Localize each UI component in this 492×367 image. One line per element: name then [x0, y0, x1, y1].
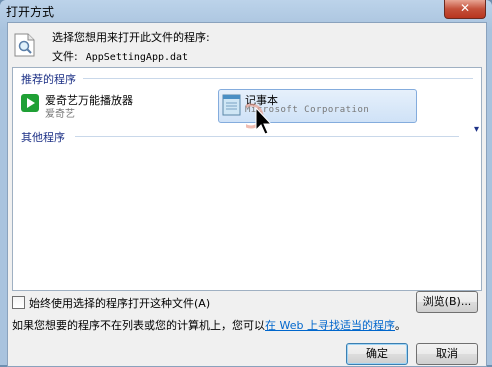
mouse-cursor-icon [246, 103, 273, 135]
always-use-label: 始终使用选择的程序打开这种文件(A) [29, 297, 211, 310]
cancel-button[interactable]: 取消 [416, 343, 478, 365]
ok-button[interactable]: 确定 [346, 343, 408, 365]
open-with-dialog: 打开方式 ✕ 选择您想用来打开此文件的程序: 文件: AppSettingApp.… [0, 0, 492, 367]
chevron-down-icon[interactable]: ▾ [474, 124, 479, 135]
program-publisher: 爱奇艺 [45, 109, 75, 120]
file-name: AppSettingApp.dat [85, 52, 189, 63]
close-icon: ✕ [459, 1, 471, 15]
group-divider [83, 78, 473, 79]
file-search-icon [14, 33, 35, 57]
program-item-iqiyi[interactable]: 爱奇艺万能播放器 爱奇艺 [19, 92, 209, 122]
other-programs-heading[interactable]: 其他程序 [21, 129, 65, 145]
choose-program-prompt: 选择您想用来打开此文件的程序: [52, 31, 210, 44]
always-use-checkbox[interactable] [12, 296, 25, 309]
web-search-link[interactable]: 在 Web 上寻找适当的程序 [265, 319, 395, 332]
notepad-icon [222, 94, 241, 116]
file-label: 文件: [52, 50, 78, 63]
window-title: 打开方式 [6, 5, 55, 19]
browse-button[interactable]: 浏览(B)... [416, 291, 478, 313]
always-use-option[interactable]: 始终使用选择的程序打开这种文件(A) [12, 295, 210, 311]
web-search-info: 如果您想要的程序不在列表或您的计算机上，您可以在 Web 上寻找适当的程序。 [12, 317, 406, 333]
recommended-programs-heading[interactable]: 推荐的程序 [21, 71, 76, 87]
iqiyi-player-icon [21, 94, 39, 112]
info-text: 如果您想要的程序不在列表或您的计算机上，您可以 [12, 319, 265, 332]
dialog-body: 选择您想用来打开此文件的程序: 文件: AppSettingApp.dat 推荐的… [7, 22, 487, 367]
info-suffix: 。 [394, 319, 406, 332]
file-info: 文件: AppSettingApp.dat [52, 48, 188, 64]
title-bar[interactable]: 打开方式 ✕ [0, 0, 492, 22]
close-button[interactable]: ✕ [444, 0, 486, 19]
